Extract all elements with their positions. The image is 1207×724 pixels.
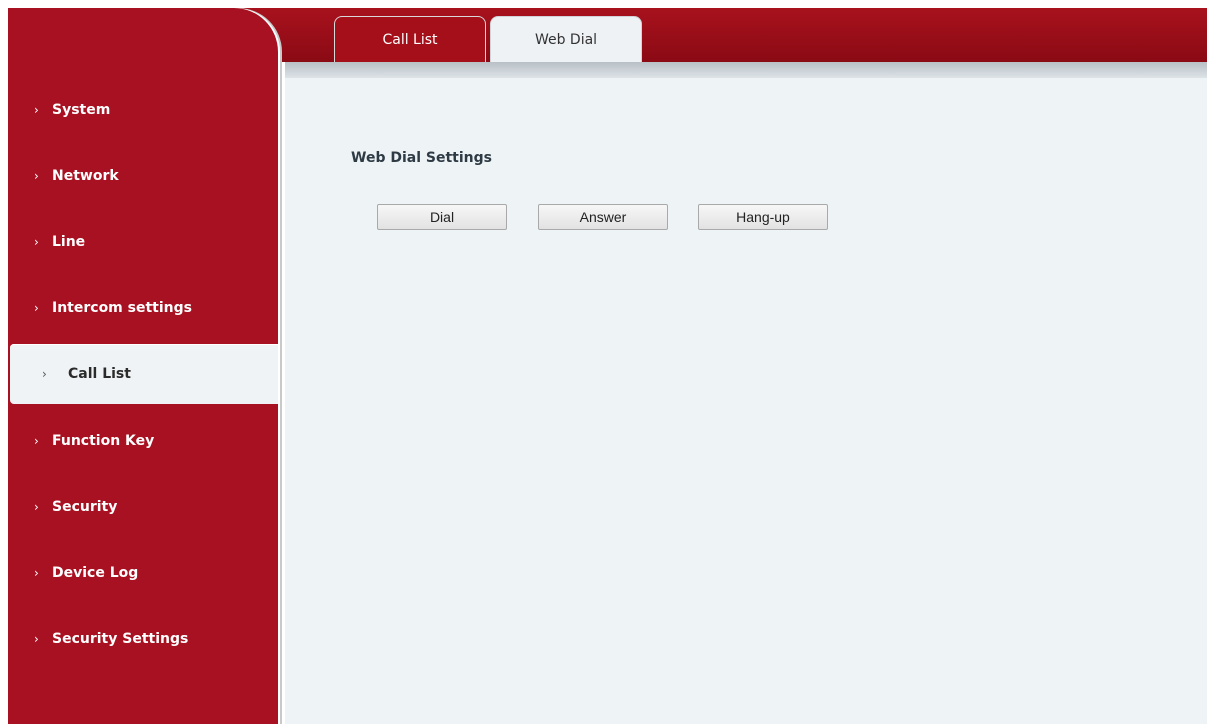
sidebar-item-intercom-settings[interactable]: › Intercom settings — [8, 278, 278, 338]
sidebar-item-function-key[interactable]: › Function Key — [8, 411, 278, 471]
sidebar-item-label: Network — [52, 168, 119, 184]
chevron-right-icon: › — [34, 434, 39, 448]
chevron-right-icon: › — [34, 301, 39, 315]
chevron-right-icon: › — [34, 632, 39, 646]
section-title: Web Dial Settings — [351, 150, 492, 166]
sidebar-item-device-log[interactable]: › Device Log — [8, 543, 278, 603]
sidebar-item-system[interactable]: › System — [8, 80, 278, 140]
sidebar-item-label: Security — [52, 499, 118, 515]
sidebar-item-label: Call List — [68, 366, 131, 382]
sidebar-item-security-settings[interactable]: › Security Settings — [8, 609, 278, 669]
tab-call-list-label: Call List — [382, 31, 438, 48]
app-window: Call List Web Dial › System › Network › … — [0, 0, 1207, 724]
answer-button[interactable]: Answer — [538, 204, 668, 230]
chevron-right-icon: › — [34, 566, 39, 580]
sidebar-item-line[interactable]: › Line — [8, 212, 278, 272]
header-shadow-strip — [285, 62, 1207, 78]
sidebar-item-label: Device Log — [52, 565, 139, 581]
sidebar-item-label: Line — [52, 234, 86, 250]
main-content: Web Dial Settings Dial Answer Hang-up — [285, 78, 1207, 724]
sidebar-item-call-list[interactable]: › Call List — [10, 344, 278, 404]
sidebar-item-security[interactable]: › Security — [8, 477, 278, 537]
hang-up-button[interactable]: Hang-up — [698, 204, 828, 230]
tab-web-dial-label: Web Dial — [534, 31, 598, 48]
sidebar-item-label: System — [52, 102, 111, 118]
chevron-right-icon: › — [42, 367, 47, 381]
sidebar-item-network[interactable]: › Network — [8, 146, 278, 206]
dial-button[interactable]: Dial — [377, 204, 507, 230]
tab-call-list[interactable]: Call List — [334, 16, 486, 62]
sidebar-item-label: Intercom settings — [52, 300, 192, 316]
chevron-right-icon: › — [34, 169, 39, 183]
chevron-right-icon: › — [34, 500, 39, 514]
chevron-right-icon: › — [34, 103, 39, 117]
sidebar-item-label: Security Settings — [52, 631, 189, 647]
chevron-right-icon: › — [34, 235, 39, 249]
tab-web-dial[interactable]: Web Dial — [490, 16, 642, 62]
sidebar: › System › Network › Line › Intercom set… — [8, 8, 278, 724]
sidebar-item-label: Function Key — [52, 433, 155, 449]
